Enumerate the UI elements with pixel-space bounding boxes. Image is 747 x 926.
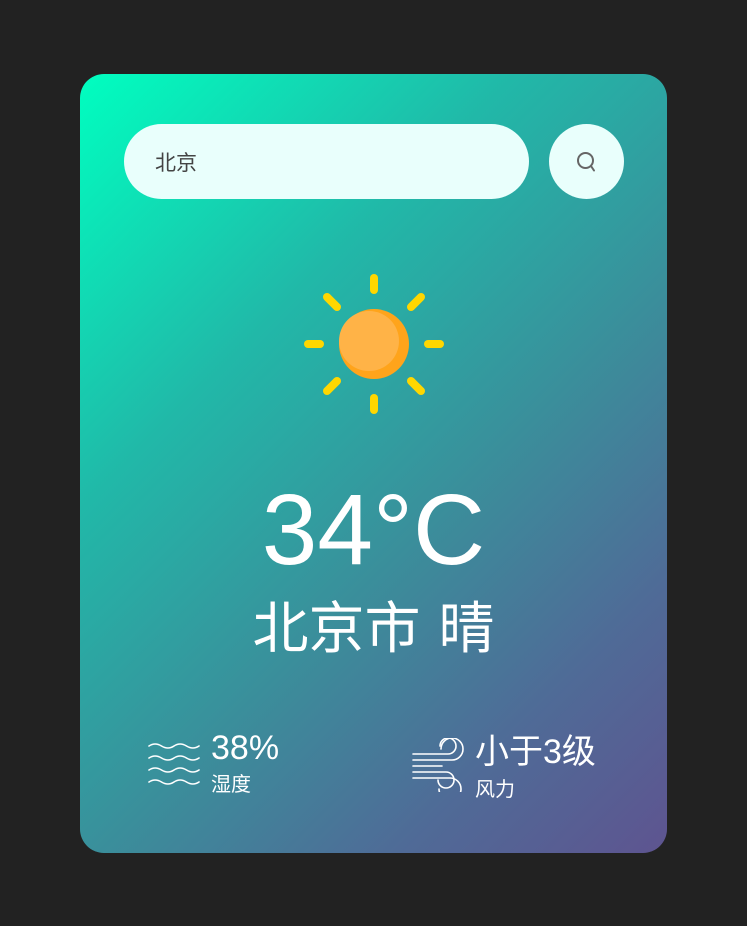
wind-label: 风力 [475, 777, 515, 801]
weather-condition: 晴 [438, 597, 495, 662]
humidity-value: 38% [211, 729, 280, 767]
wind-value: 小于3级 [475, 733, 596, 771]
search-icon [576, 151, 595, 171]
search-input[interactable] [155, 124, 515, 199]
search-box[interactable] [124, 124, 529, 199]
sun-icon [304, 274, 444, 414]
city-weather: 北京市晴 [80, 596, 667, 664]
wind-icon [412, 738, 464, 792]
search-button[interactable] [549, 124, 624, 199]
temperature: 34°C [261, 474, 486, 586]
weather-card: 34°C 北京市晴 38% 湿度 小于3级 风力 [80, 74, 667, 853]
city-name: 北京市 [252, 597, 421, 662]
humidity-waves-icon [148, 743, 200, 785]
humidity-label: 湿度 [211, 772, 251, 796]
